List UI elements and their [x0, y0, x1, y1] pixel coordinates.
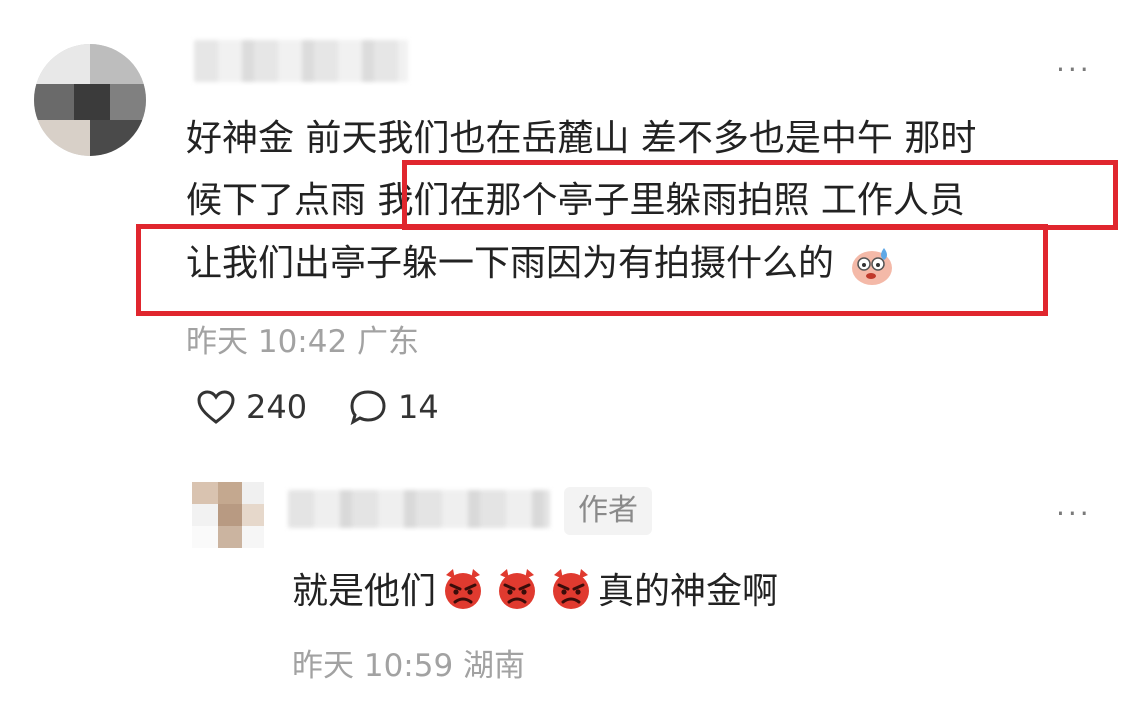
reply-button[interactable]: 14	[348, 388, 439, 426]
angry-devil-emoji-icon	[445, 569, 482, 609]
comment-line-2-prefix: 候下了点雨	[186, 180, 378, 221]
reply-text-before: 就是他们	[292, 571, 437, 612]
author-badge: 作者	[564, 487, 652, 535]
like-count: 240	[246, 388, 308, 426]
author-avatar[interactable]	[192, 482, 264, 548]
reply-text: 就是他们 真的神金啊	[292, 560, 778, 616]
comment-line-1: 好神金 前天我们也在岳麓山 差不多也是中午 那时	[186, 118, 977, 159]
reply-count: 14	[398, 388, 439, 426]
comment-meta: 昨天 10:42 广东	[186, 324, 420, 360]
reply-text-after: 真的神金啊	[598, 571, 779, 612]
commenter-name-blurred[interactable]	[194, 40, 408, 82]
angry-devil-emoji-group	[436, 565, 598, 611]
commenter-avatar[interactable]	[34, 44, 146, 156]
reply-more-options-icon[interactable]: ···	[1056, 500, 1092, 528]
highlight-box-top	[402, 160, 1118, 230]
highlight-box-bottom	[136, 224, 1048, 316]
like-button[interactable]: 240	[196, 388, 307, 426]
reply-meta: 昨天 10:59 湖南	[292, 648, 526, 684]
author-name-blurred[interactable]	[288, 490, 550, 528]
angry-devil-emoji-icon	[499, 569, 536, 609]
angry-devil-emoji-icon	[553, 569, 590, 609]
heart-icon	[197, 390, 235, 424]
more-options-icon[interactable]: ···	[1056, 56, 1092, 84]
comment-bubble-icon	[350, 390, 386, 426]
